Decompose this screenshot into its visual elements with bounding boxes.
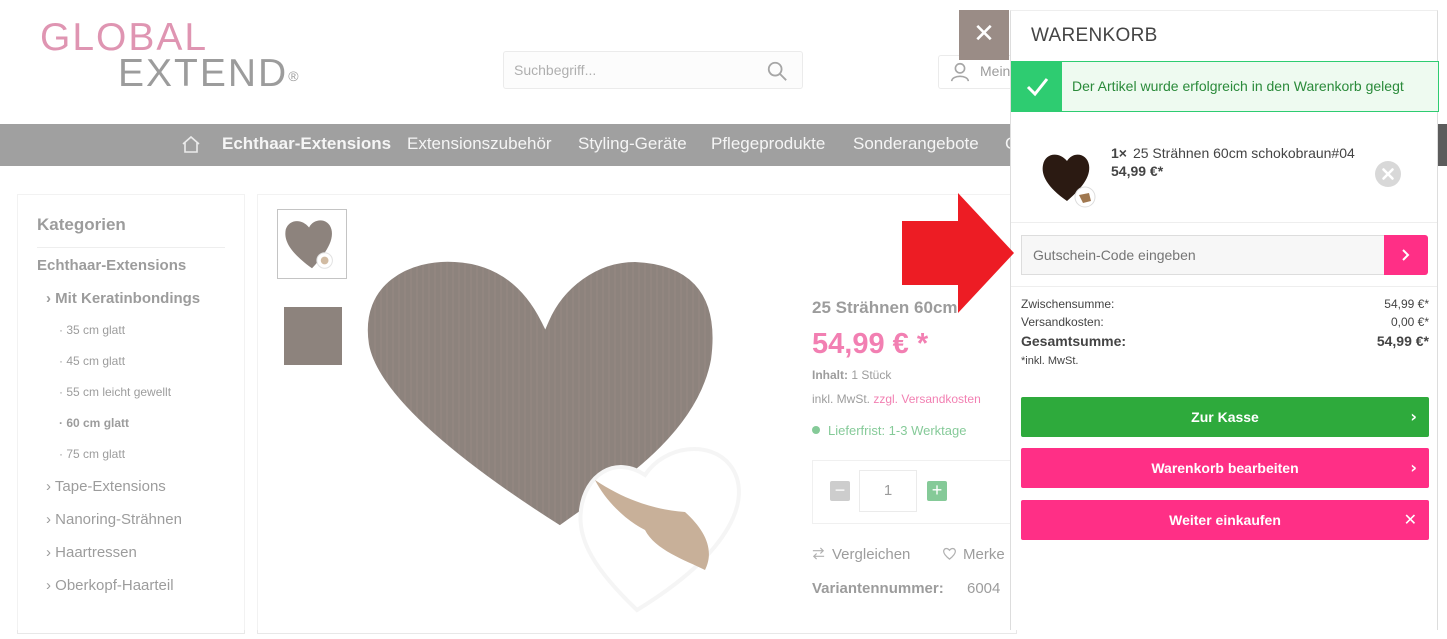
remove-item-button[interactable]: [1375, 161, 1401, 187]
success-alert: Der Artikel wurde erfolgreich in den War…: [1011, 61, 1439, 112]
chevron-right-icon: [1402, 249, 1410, 261]
cart-item-price: 54,99 €*: [1111, 163, 1164, 179]
total-row: Gesamtsumme: 54,99 €*: [1021, 333, 1429, 349]
continue-shopping-label: Weiter einkaufen: [1169, 512, 1281, 528]
chevron-right-icon: ›: [1410, 407, 1417, 426]
cart-item-image: [1042, 154, 1096, 208]
cart-line-item: 1× 25 Strähnen 60cm schokobraun#04 54,99 …: [1011, 121, 1437, 223]
edit-cart-button[interactable]: Warenkorb bearbeiten ›: [1021, 448, 1429, 488]
shipping-value: 0,00 €*: [1390, 315, 1429, 329]
cart-item-qty: 1×: [1111, 145, 1127, 161]
cart-offcanvas: WARENKORB Der Artikel wurde erfolgreich …: [1010, 10, 1439, 630]
cart-title: WARENKORB: [1031, 25, 1158, 46]
cart-item-name: 25 Strähnen 60cm schokobraun#04: [1132, 145, 1355, 161]
cart-item-title[interactable]: 1× 25 Strähnen 60cm schokobraun#04: [1111, 145, 1355, 161]
continue-shopping-button[interactable]: Weiter einkaufen ✕: [1021, 500, 1429, 540]
shipping-label: Versandkosten:: [1021, 315, 1104, 329]
checkout-button[interactable]: Zur Kasse ›: [1021, 397, 1429, 437]
checkout-label: Zur Kasse: [1191, 409, 1259, 425]
tax-note: *inkl. MwSt.: [1021, 355, 1079, 367]
success-check-box: [1012, 62, 1062, 111]
shipping-row: Versandkosten: 0,00 €*: [1021, 315, 1429, 329]
success-message: Der Artikel wurde erfolgreich in den War…: [1072, 78, 1404, 94]
summary-divider: [1011, 286, 1437, 287]
subtotal-row: Zwischensumme: 54,99 €*: [1021, 297, 1429, 311]
voucher-submit-button[interactable]: [1384, 235, 1428, 275]
edit-cart-label: Warenkorb bearbeiten: [1151, 460, 1299, 476]
subtotal-label: Zwischensumme:: [1021, 297, 1115, 311]
close-icon: ✕: [1403, 510, 1417, 529]
voucher-code-input[interactable]: [1021, 235, 1385, 275]
total-label: Gesamtsumme:: [1021, 333, 1127, 349]
subtotal-value: 54,99 €*: [1384, 297, 1429, 311]
chevron-right-icon: ›: [1410, 458, 1417, 477]
red-arrow-icon: [902, 193, 1014, 313]
check-icon: [1026, 78, 1049, 97]
page-dim-overlay[interactable]: [0, 10, 1010, 630]
close-cart-button[interactable]: ✕: [959, 10, 1009, 60]
total-value: 54,99 €*: [1376, 333, 1429, 349]
close-icon: [1382, 168, 1394, 180]
